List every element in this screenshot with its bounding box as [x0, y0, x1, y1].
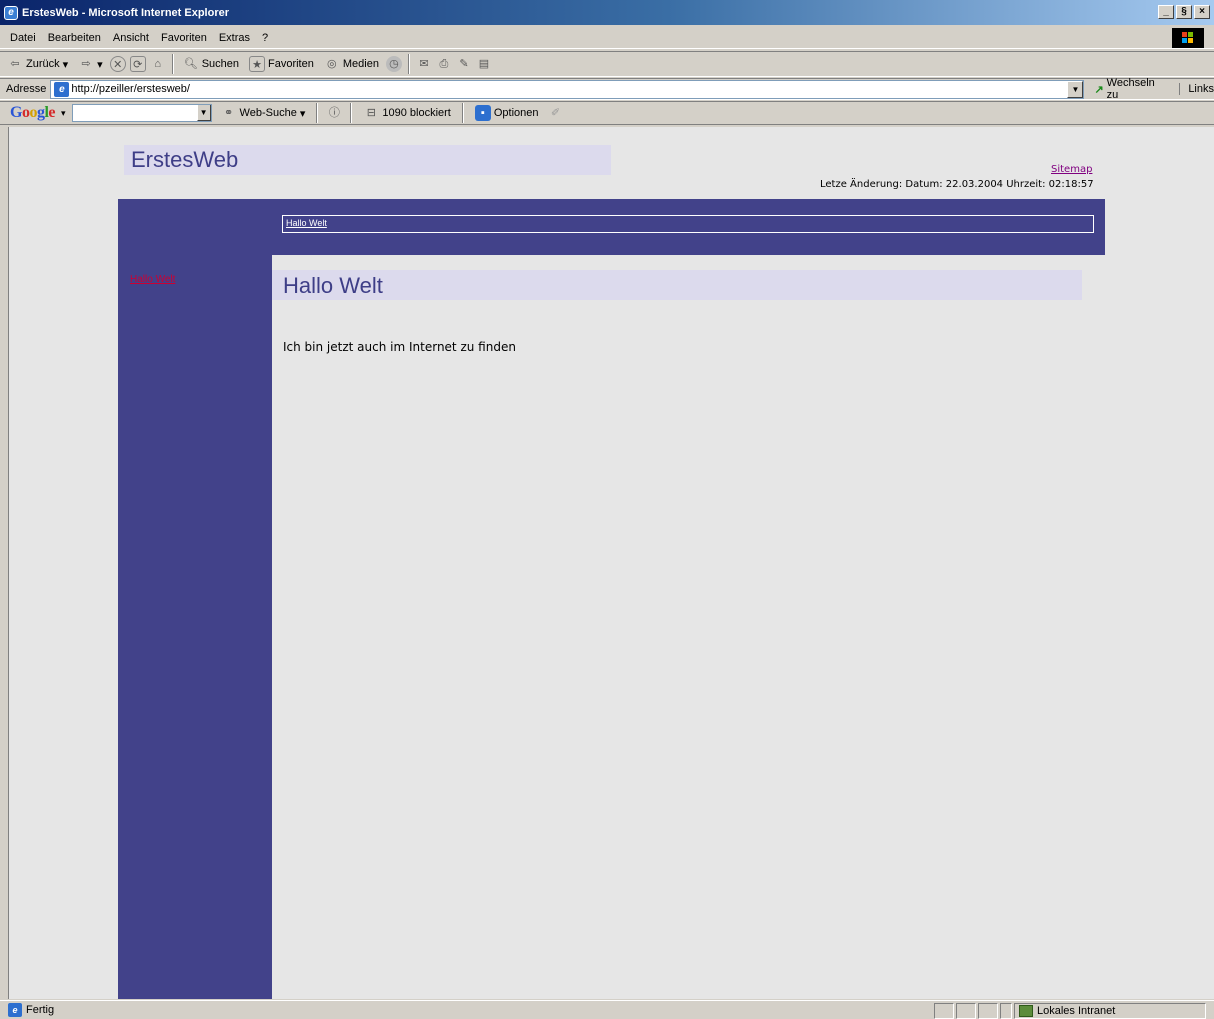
search-button[interactable]: 🔍︎ Suchen	[180, 53, 242, 75]
status-cell	[956, 1003, 976, 1019]
left-navigation: Hallo Welt	[118, 255, 272, 999]
menu-datei[interactable]: Datei	[4, 32, 42, 44]
window-title: ErstesWeb - Microsoft Internet Explorer	[22, 6, 230, 19]
security-zone[interactable]: Lokales Intranet	[1014, 1003, 1206, 1019]
toolbar-separator	[350, 103, 353, 123]
content-title-box	[272, 270, 1082, 300]
back-button[interactable]: ⇦ Zurück ▾	[4, 53, 71, 75]
media-label: Medien	[342, 58, 379, 70]
search-icon: 🔍︎	[183, 58, 198, 70]
status-cell	[978, 1003, 998, 1019]
page-icon: e	[54, 81, 70, 97]
google-logo[interactable]: Google	[10, 104, 55, 122]
mail-icon[interactable]: ✉	[416, 56, 432, 72]
menu-help[interactable]: ?	[256, 32, 274, 44]
chevron-down-icon[interactable]: ▾	[61, 108, 66, 119]
menu-ansicht[interactable]: Ansicht	[107, 32, 155, 44]
menu-extras[interactable]: Extras	[213, 32, 256, 44]
title-bar[interactable]: e ErstesWeb - Microsoft Internet Explore…	[0, 0, 1214, 25]
menu-favoriten[interactable]: Favoriten	[155, 32, 213, 44]
minimize-button[interactable]: _	[1158, 5, 1174, 19]
stop-icon[interactable]: ✕	[109, 56, 126, 72]
go-button[interactable]: ↗ Wechseln zu	[1094, 77, 1169, 101]
media-button[interactable]: ◎ Medien	[321, 53, 382, 75]
browser-window: e ErstesWeb - Microsoft Internet Explore…	[0, 0, 1214, 1019]
options-icon: ▪	[474, 105, 491, 121]
menu-bearbeiten[interactable]: Bearbeiten	[42, 32, 107, 44]
binoculars-icon: ⚭	[223, 107, 234, 119]
popup-blocked-label: 1090 blockiert	[382, 107, 451, 119]
popup-blocker-icon: ⊟	[366, 107, 376, 119]
go-arrow-icon: ↗	[1094, 83, 1104, 96]
back-label: Zurück	[26, 58, 60, 70]
discuss-icon[interactable]: ▤	[476, 56, 492, 72]
breadcrumb: Hallo Welt	[282, 215, 1094, 233]
content-text: Ich bin jetzt auch im Internet zu finden	[283, 340, 516, 354]
status-text: Fertig	[26, 1004, 55, 1016]
links-button[interactable]: Links	[1179, 83, 1214, 95]
google-search-input[interactable]: ▼	[71, 104, 212, 122]
favorites-label: Favoriten	[268, 58, 314, 70]
refresh-icon[interactable]: ⟳	[129, 56, 146, 72]
popup-blocker-button[interactable]: ⊟ 1090 blockiert	[360, 102, 454, 124]
status-bar: e Fertig Lokales Intranet	[0, 1000, 1214, 1019]
forward-button[interactable]: ⇨ ▾	[75, 53, 106, 75]
search-label: Suchen	[201, 58, 239, 70]
status-cells	[934, 1003, 1012, 1019]
google-toolbar: Google ▾ ▼ ⚭ Web-Suche ▾ ⓘ ⊟ 1090 blocki…	[0, 101, 1214, 125]
left-nav-link-hallo-welt[interactable]: Hallo Welt	[130, 274, 175, 285]
page-status-icon: e	[8, 1003, 22, 1017]
zone-label: Lokales Intranet	[1037, 1005, 1116, 1017]
highlighter-icon[interactable]: ✐	[548, 105, 564, 121]
top-navigation-band: Hallo Welt	[118, 199, 1105, 255]
status-cell	[1000, 1003, 1012, 1019]
address-input[interactable]: e http://pzeiller/erstesweb/ ▼	[50, 79, 1085, 99]
windows-logo-icon	[1172, 28, 1204, 48]
toolbar-separator	[171, 54, 174, 74]
address-url: http://pzeiller/erstesweb/	[71, 83, 190, 95]
print-icon[interactable]: ⎙	[436, 56, 452, 72]
toolbar-separator	[461, 103, 464, 123]
chevron-down-icon[interactable]: ▾	[63, 58, 69, 71]
page-info-icon[interactable]: ⓘ	[326, 105, 342, 121]
ie-icon: e	[4, 5, 18, 20]
standard-toolbar: ⇦ Zurück ▾ ⇨ ▾ ✕ ⟳ ⌂ 🔍︎ Suchen ★ Favorit…	[0, 51, 1214, 77]
toolbar-separator	[407, 54, 410, 74]
google-search-dropdown[interactable]: ▼	[196, 105, 211, 121]
window-controls: _ § ×	[1158, 5, 1210, 19]
back-arrow-icon: ⇦	[10, 58, 20, 70]
options-button[interactable]: ▪ Optionen	[472, 102, 542, 124]
address-label: Adresse	[6, 83, 47, 95]
breadcrumb-link-hallo-welt[interactable]: Hallo Welt	[286, 218, 327, 228]
page-viewport[interactable]: ErstesWeb Sitemap Letze Änderung: Datum:…	[8, 127, 1214, 999]
options-label: Optionen	[493, 107, 539, 119]
status-cell	[934, 1003, 954, 1019]
media-icon: ◎	[327, 58, 337, 70]
web-search-label: Web-Suche	[239, 107, 297, 119]
edit-icon[interactable]: ✎	[456, 56, 472, 72]
maximize-button[interactable]: §	[1176, 5, 1192, 19]
address-bar: Adresse e http://pzeiller/erstesweb/ ▼ ↗…	[0, 77, 1214, 101]
close-button[interactable]: ×	[1194, 5, 1210, 19]
home-icon[interactable]: ⌂	[150, 56, 166, 72]
forward-arrow-icon: ⇨	[81, 58, 91, 70]
address-dropdown-button[interactable]: ▼	[1067, 80, 1084, 98]
favorites-button[interactable]: ★ Favoriten	[246, 53, 317, 75]
page-title: Hallo Welt	[283, 273, 383, 298]
site-title: ErstesWeb	[131, 147, 239, 172]
history-icon[interactable]: ◷	[385, 56, 402, 72]
chevron-down-icon[interactable]: ▾	[300, 107, 306, 120]
sitemap-link[interactable]: Sitemap	[1051, 164, 1092, 175]
go-label: Wechseln zu	[1106, 77, 1155, 101]
chevron-down-icon[interactable]: ▾	[97, 58, 103, 71]
toolbar-separator	[316, 103, 319, 123]
last-change-text: Letze Änderung: Datum: 22.03.2004 Uhrzei…	[820, 179, 1094, 190]
web-search-button[interactable]: ⚭ Web-Suche ▾	[218, 102, 309, 124]
menu-bar: Datei Bearbeiten Ansicht Favoriten Extra…	[0, 27, 1214, 49]
intranet-icon	[1019, 1005, 1033, 1017]
favorites-icon: ★	[249, 56, 265, 72]
